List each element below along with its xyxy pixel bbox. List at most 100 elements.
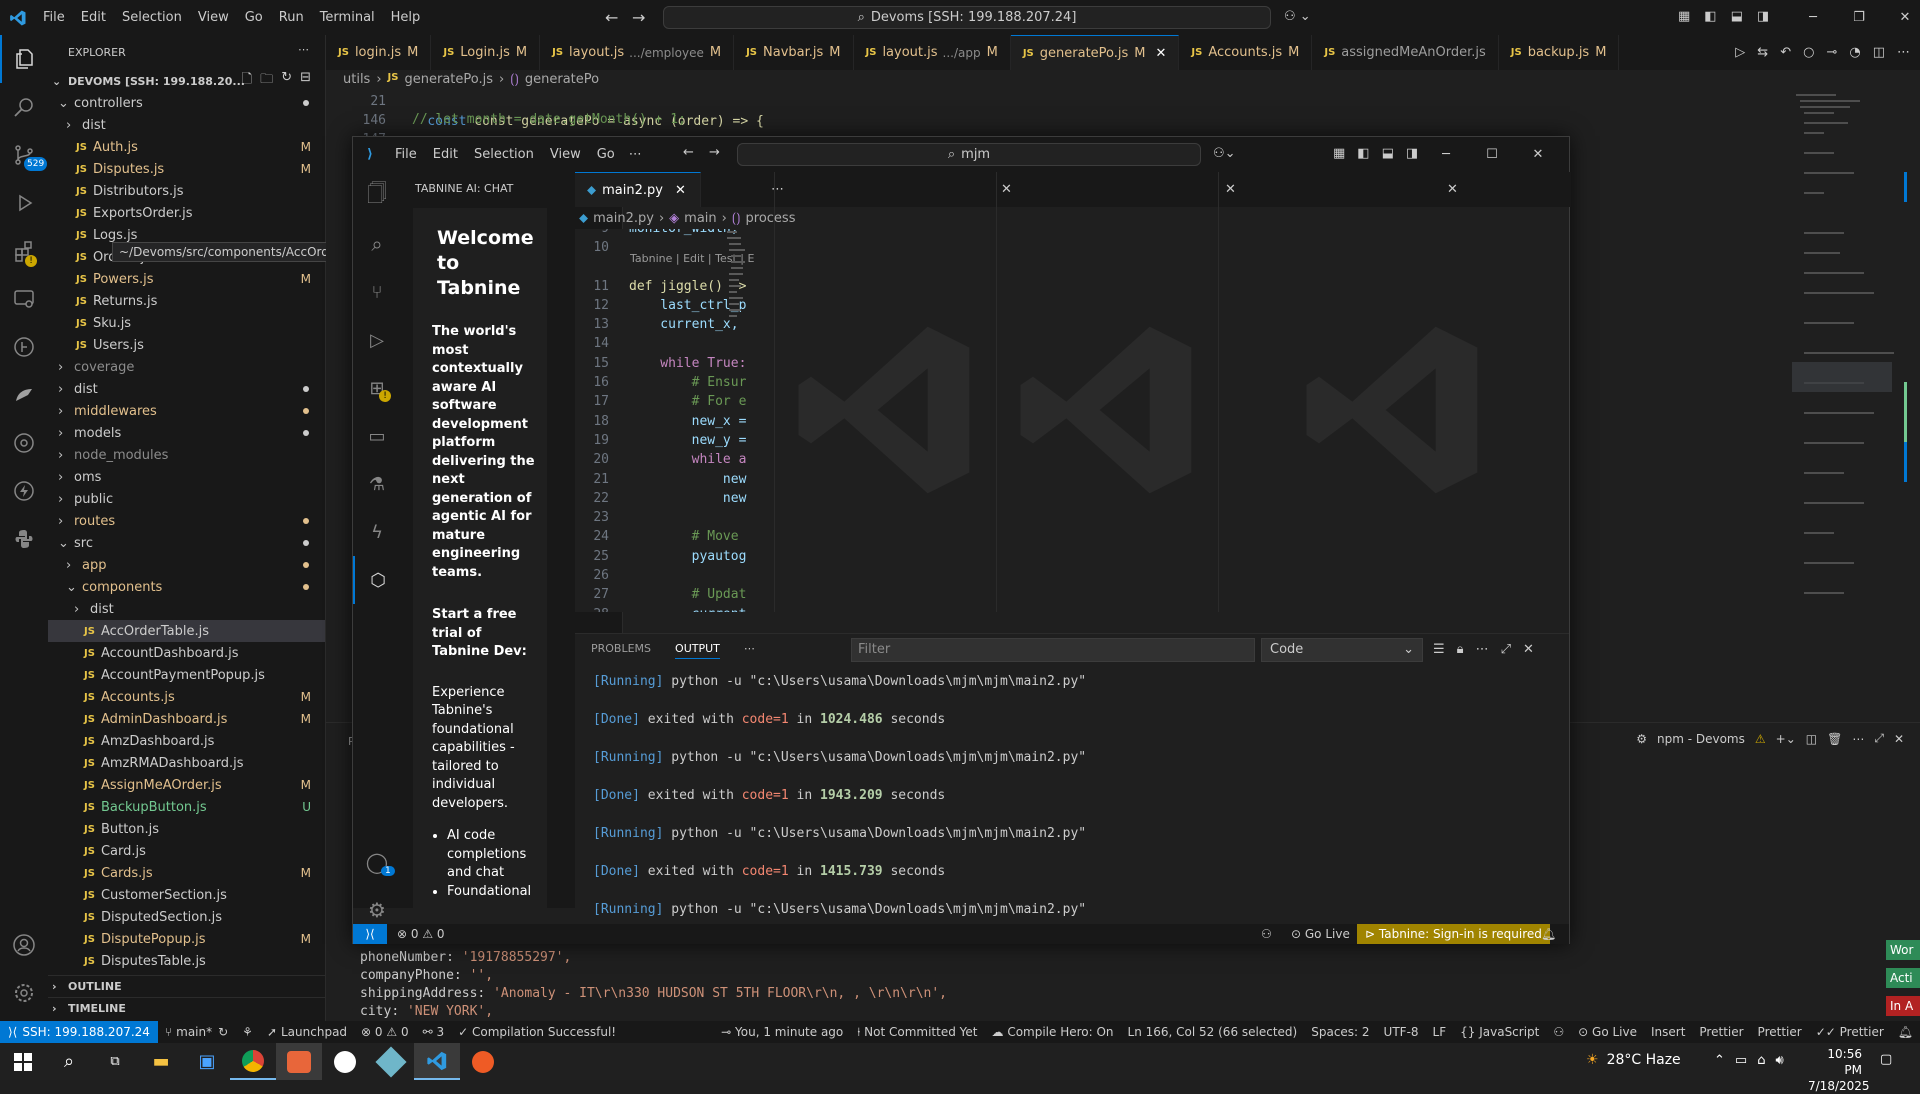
- menu-item[interactable]: Help: [383, 0, 429, 35]
- editor-tab[interactable]: JS layout.js .../employee M: [540, 35, 735, 70]
- menu-item[interactable]: Selection: [466, 137, 542, 172]
- menu-item[interactable]: Run: [271, 0, 312, 35]
- vscode-taskbar-icon[interactable]: [414, 1043, 460, 1080]
- end-of-line[interactable]: LF: [1426, 1021, 1454, 1043]
- prettier-status[interactable]: ✓✓ Prettier: [1809, 1021, 1891, 1043]
- source-control-icon[interactable]: ⑂: [353, 268, 401, 316]
- action-center-icon[interactable]: ▢: [1880, 1052, 1892, 1067]
- collapse-all-icon[interactable]: ⊟: [300, 70, 311, 92]
- workspace-root[interactable]: ⌄ DEVOMS [SSH: 199.188.20... 🗋 🗀 ↻ ⊟: [48, 70, 325, 92]
- file-explorer-icon[interactable]: ▬: [138, 1051, 184, 1072]
- clock[interactable]: 10:56 PM 7/18/2025: [1808, 1046, 1870, 1094]
- new-terminal-icon[interactable]: +⌄: [1776, 732, 1796, 746]
- close-panel-icon[interactable]: ✕: [1894, 732, 1904, 746]
- ports-indicator[interactable]: ⚯ 3: [416, 1021, 452, 1043]
- notifications-icon[interactable]: 🔔︎: [1891, 1021, 1920, 1043]
- file-item[interactable]: JS AssignMeAOrder.js M: [48, 774, 325, 796]
- thunder-client-icon[interactable]: ϟ: [353, 508, 401, 556]
- compile-hero-status[interactable]: ☁ Compile Hero: On: [984, 1021, 1120, 1043]
- menu-item[interactable]: View: [542, 137, 589, 172]
- folder-item[interactable]: ⌄ controllers: [48, 92, 325, 114]
- file-item[interactable]: JS Sku.js: [48, 312, 325, 334]
- prettier-status[interactable]: Prettier: [1751, 1021, 1809, 1043]
- file-item[interactable]: JS DisputePopup.js M: [48, 928, 325, 950]
- close-tab-icon[interactable]: ✕: [675, 183, 686, 198]
- launchpad-button[interactable]: ➚ Launchpad: [260, 1021, 354, 1043]
- more-actions-icon[interactable]: ⋯: [1476, 642, 1489, 657]
- file-item[interactable]: JS Button.js: [48, 818, 325, 840]
- commit-status[interactable]: ⍿ Not Committed Yet: [850, 1021, 984, 1043]
- folder-item[interactable]: › dist: [48, 598, 325, 620]
- language-mode[interactable]: {} JavaScript: [1453, 1021, 1546, 1043]
- file-item[interactable]: JS AccOrderTable.js: [48, 620, 325, 642]
- breadcrumb-item[interactable]: generatePo.js: [404, 72, 493, 87]
- folder-item[interactable]: › node_modules: [48, 444, 325, 466]
- python-icon[interactable]: [0, 515, 48, 563]
- more-actions-icon[interactable]: ⋯: [1852, 732, 1864, 746]
- toggle-secondary-sidebar-icon[interactable]: ◨: [1406, 146, 1418, 161]
- notification-chip[interactable]: Acti: [1886, 968, 1920, 988]
- tab-main2-py[interactable]: ⬥ main2.py ✕: [575, 172, 701, 207]
- file-item[interactable]: JS AccountDashboard.js: [48, 642, 325, 664]
- menu-item[interactable]: Go: [237, 0, 271, 35]
- folder-item[interactable]: › middlewares: [48, 400, 325, 422]
- explorer-icon[interactable]: 🗍: [353, 172, 401, 220]
- file-item[interactable]: JS ExportsOrder.js: [48, 202, 325, 224]
- nav-forward-icon[interactable]: →: [632, 8, 645, 27]
- gitlens-status[interactable]: ⚘: [235, 1021, 260, 1043]
- file-item[interactable]: JS AccountPaymentPopup.js: [48, 664, 325, 686]
- filter-input[interactable]: Filter: [851, 638, 1255, 662]
- minimize-button[interactable]: ─: [1790, 10, 1836, 25]
- editor-tab[interactable]: JS layout.js .../app M: [854, 35, 1011, 70]
- tabnine-status[interactable]: ⊳ Tabnine: Sign-in is required: [1357, 924, 1550, 944]
- thunder-client-icon[interactable]: [0, 467, 48, 515]
- taskbar-search-icon[interactable]: ⌕: [46, 1051, 92, 1072]
- close-group-icon[interactable]: ✕: [1225, 182, 1236, 197]
- problems-indicator[interactable]: ⊗ 0 ⚠ 0: [354, 1021, 416, 1043]
- more-actions-icon[interactable]: ⋯: [1897, 45, 1910, 60]
- close-window-button[interactable]: ✕: [1515, 147, 1561, 162]
- notification-chip[interactable]: In A: [1886, 996, 1920, 1016]
- run-debug-icon[interactable]: [0, 179, 48, 227]
- git-branch[interactable]: ⑂ main* ↻: [158, 1021, 235, 1043]
- file-item[interactable]: JS Accounts.js M: [48, 686, 325, 708]
- file-item[interactable]: JS BackupButton.js U: [48, 796, 325, 818]
- folder-item[interactable]: › public: [48, 488, 325, 510]
- remote-explorer-icon[interactable]: [0, 275, 48, 323]
- file-item[interactable]: JS DisputesTable.js: [48, 950, 325, 972]
- search-icon[interactable]: [0, 83, 48, 131]
- folder-item[interactable]: ⌄ src: [48, 532, 325, 554]
- task-view-icon[interactable]: ⧉: [92, 1054, 138, 1069]
- folder-item[interactable]: › dist: [48, 378, 325, 400]
- folder-item[interactable]: › oms: [48, 466, 325, 488]
- lock-icon[interactable]: 🔒︎: [1457, 642, 1464, 657]
- customize-layout-icon[interactable]: ▦: [1678, 9, 1690, 24]
- cursor-position[interactable]: Ln 166, Col 52 (66 selected): [1121, 1021, 1305, 1043]
- copilot-icon[interactable]: ⚇ ⌄: [1284, 9, 1311, 24]
- prettier-status[interactable]: Prettier: [1692, 1021, 1750, 1043]
- breadcrumb-item[interactable]: utils: [343, 72, 370, 87]
- tab-problems[interactable]: PROBLEMS: [591, 642, 651, 659]
- run-debug-icon[interactable]: ▷: [353, 316, 401, 364]
- tab-output[interactable]: OUTPUT: [675, 642, 720, 659]
- menu-item[interactable]: File: [387, 137, 425, 172]
- folder-item[interactable]: › coverage: [48, 356, 325, 378]
- menu-item[interactable]: Edit: [73, 0, 114, 35]
- menu-item[interactable]: Terminal: [312, 0, 383, 35]
- breadcrumb-item[interactable]: main: [684, 211, 716, 226]
- file-item[interactable]: JS Returns.js: [48, 290, 325, 312]
- editor-tab[interactable]: JS backup.js M: [1499, 35, 1620, 70]
- manage-gear-icon[interactable]: [0, 969, 48, 1017]
- restore-button[interactable]: ❐: [1836, 10, 1882, 25]
- file-item[interactable]: JS Cards.js M: [48, 862, 325, 884]
- maximize-panel-icon[interactable]: ⤢: [1501, 642, 1511, 657]
- postman-icon[interactable]: [460, 1050, 506, 1073]
- new-file-icon[interactable]: 🗋: [242, 70, 252, 92]
- insert-mode[interactable]: Insert: [1644, 1021, 1692, 1043]
- toggle-panel-icon[interactable]: ⬓: [1731, 9, 1743, 24]
- file-item[interactable]: JS Auth.js M: [48, 136, 325, 158]
- breadcrumb-item[interactable]: generatePo: [525, 72, 599, 87]
- command-center[interactable]: ⌕ mjm: [737, 143, 1201, 166]
- circle-icon[interactable]: ○: [1803, 45, 1814, 60]
- close-tab-icon[interactable]: ✕: [1156, 46, 1167, 61]
